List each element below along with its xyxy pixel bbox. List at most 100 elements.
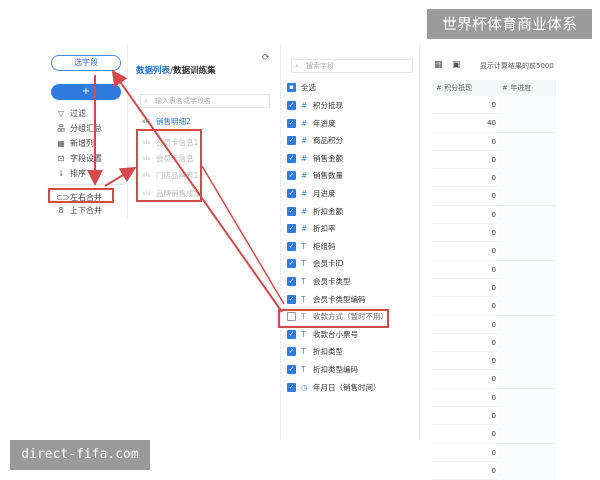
table-row: 0 [432, 260, 556, 279]
field-item[interactable]: ✓ # 销售数量 [287, 169, 417, 182]
table-item[interactable]: xls 销售明细2 [140, 115, 270, 129]
checkbox-checked-icon[interactable]: ✓ [287, 224, 296, 234]
table-row: 0 [432, 205, 556, 225]
checkbox-checked-icon[interactable]: ✓ [287, 153, 296, 163]
field-name: 柜组码 [313, 241, 336, 251]
preview-panel: ▦ ▣ 显示计算结果的前5000 # 积分抵现 # 年进度 0 40 0 0 0 0 0 0 0… [422, 44, 556, 480]
checkbox-checked-icon[interactable]: ✓ [287, 189, 296, 198]
table-row: 0 [432, 443, 556, 462]
checkbox-checked-icon[interactable]: ✓ [287, 171, 296, 181]
number-type-icon: # [301, 136, 308, 146]
field-item[interactable]: ✓ # 折扣率 [287, 222, 417, 235]
panel-view-icon[interactable]: ▣ [452, 60, 461, 70]
field-item[interactable]: ✓ # 折扣金额 [287, 205, 417, 218]
checkbox-checked-icon[interactable]: ✓ [287, 347, 296, 357]
table-view-icon[interactable]: ▦ [434, 60, 443, 70]
checkbox-checked-icon[interactable]: ✓ [287, 329, 296, 339]
empty-cell [498, 260, 556, 279]
date-type-icon: ◷ [301, 382, 308, 392]
preview-grid: # 积分抵现 # 年进度 04000000000000000000000 [432, 80, 556, 480]
sort-icon: ⇂ [57, 169, 65, 178]
field-item[interactable]: ✓ T 会员卡类型 [287, 275, 417, 288]
table-row: 0 [432, 407, 556, 426]
number-type-icon: # [301, 224, 308, 234]
field-item[interactable]: ✓ # 月进度 [287, 187, 417, 200]
field-search-input[interactable]: ⌕ 搜索字段 [291, 59, 413, 73]
menu-item[interactable]: ▽ 过滤 [50, 106, 124, 121]
checkbox-checked-icon[interactable]: ✓ [287, 136, 296, 146]
field-item[interactable]: ✓ T 会员卡类型编码 [287, 293, 417, 306]
filter-icon: ▽ [57, 109, 65, 118]
field-item[interactable]: ✓ # 销售金额 [287, 152, 417, 165]
search-icon: ⌕ [295, 62, 299, 70]
field-name: 会员卡ID [313, 259, 344, 269]
checkbox-checked-icon[interactable]: ✓ [287, 259, 296, 269]
menu-item[interactable]: 8 上下合并 [50, 203, 124, 218]
cell-value: 0 [491, 174, 496, 183]
field-name: 折扣率 [313, 224, 336, 234]
empty-cell [498, 96, 556, 114]
empty-cell [498, 297, 556, 316]
cell-value: 0 [491, 302, 496, 311]
checkbox-checked-icon[interactable]: ✓ [287, 101, 296, 110]
checkbox-checked-icon[interactable]: ✓ [287, 241, 296, 251]
column-header[interactable]: # 年进度 [502, 80, 531, 96]
cell-value: 0 [491, 283, 496, 292]
checkbox-checked-icon[interactable]: ✓ [287, 277, 296, 286]
select-all-checkbox[interactable]: ▪ 全选 [287, 81, 417, 94]
empty-cell [498, 352, 556, 371]
select-field-button[interactable]: 选字段 [51, 55, 121, 71]
field-search-placeholder: 搜索字段 [306, 62, 334, 70]
table-row: 0 [432, 425, 556, 444]
field-item[interactable]: ✓ # 年进度 [287, 117, 417, 130]
tables-highlight-box [136, 129, 202, 202]
checkbox-checked-icon[interactable]: ✓ [287, 365, 296, 374]
table-search-input[interactable]: ⌕ 输入表名或字段名 [140, 94, 270, 108]
field-item[interactable]: ✓ # 积分抵现 [287, 99, 417, 112]
empty-cell [498, 315, 556, 334]
select-all-label: 全选 [301, 83, 316, 92]
menu-item[interactable]: ⊂⊃ 左右合并 [48, 188, 114, 203]
empty-cell [498, 242, 556, 261]
table-row: 0 [432, 96, 556, 115]
menu-item[interactable]: ⇂ 排序 [50, 166, 124, 181]
number-type-icon: # [301, 153, 308, 163]
field-name: 折扣类型编码 [313, 365, 358, 374]
text-type-icon: T [301, 241, 306, 251]
menu-item[interactable]: ▦ 新增列 [50, 136, 124, 151]
field-item[interactable]: ✓ T 收款台小票号 [287, 328, 417, 341]
refresh-icon[interactable]: ⟳ [262, 53, 270, 63]
table-row: 0 [432, 461, 556, 480]
empty-cell [498, 132, 556, 151]
cell-value: 0 [491, 338, 496, 347]
field-item[interactable]: ✓ ◷ 年月日（销售时间） [287, 381, 417, 394]
cell-value: 0 [491, 375, 496, 384]
table-row: 0 [432, 187, 556, 206]
empty-cell [498, 443, 556, 462]
field-item[interactable]: ✓ T 折扣类型编码 [287, 363, 417, 376]
column-header[interactable]: # 积分抵现 [436, 80, 472, 96]
add-operation-button[interactable]: + [51, 84, 121, 100]
field-highlight-box [278, 309, 389, 328]
menu-item[interactable]: ⊡ 字段设置 [50, 151, 124, 166]
checkbox-checked-icon[interactable]: ✓ [287, 382, 296, 392]
table-row: 0 [432, 224, 556, 243]
menu-item-label: 分组汇总 [70, 124, 102, 133]
data-list-panel: 数据列表/数据训练集 ⟳ ⌕ 输入表名或字段名 xls 销售明细2 xls 会员卡信息… [130, 44, 278, 440]
menu-item[interactable]: 品分组汇总 [50, 121, 124, 136]
cell-value: 0 [491, 357, 496, 366]
text-type-icon: T [301, 329, 306, 339]
checkbox-checked-icon[interactable]: ✓ [287, 206, 296, 216]
field-item[interactable]: ✓ T 柜组码 [287, 240, 417, 253]
field-name: 会员卡类型编码 [313, 294, 366, 304]
excel-file-icon: xls [142, 118, 151, 125]
menu-item-label: 新增列 [70, 139, 94, 148]
field-item[interactable]: ✓ T 会员卡ID [287, 257, 417, 270]
search-icon: ⌕ [144, 97, 148, 105]
checkbox-checked-icon[interactable]: ✓ [287, 294, 296, 304]
breadcrumb-link[interactable]: 数据列表 [136, 66, 170, 76]
field-item[interactable]: ✓ # 商品积分 [287, 134, 417, 147]
empty-cell [498, 187, 556, 206]
field-item[interactable]: ✓ T 折扣类型 [287, 345, 417, 358]
checkbox-checked-icon[interactable]: ✓ [287, 118, 296, 128]
